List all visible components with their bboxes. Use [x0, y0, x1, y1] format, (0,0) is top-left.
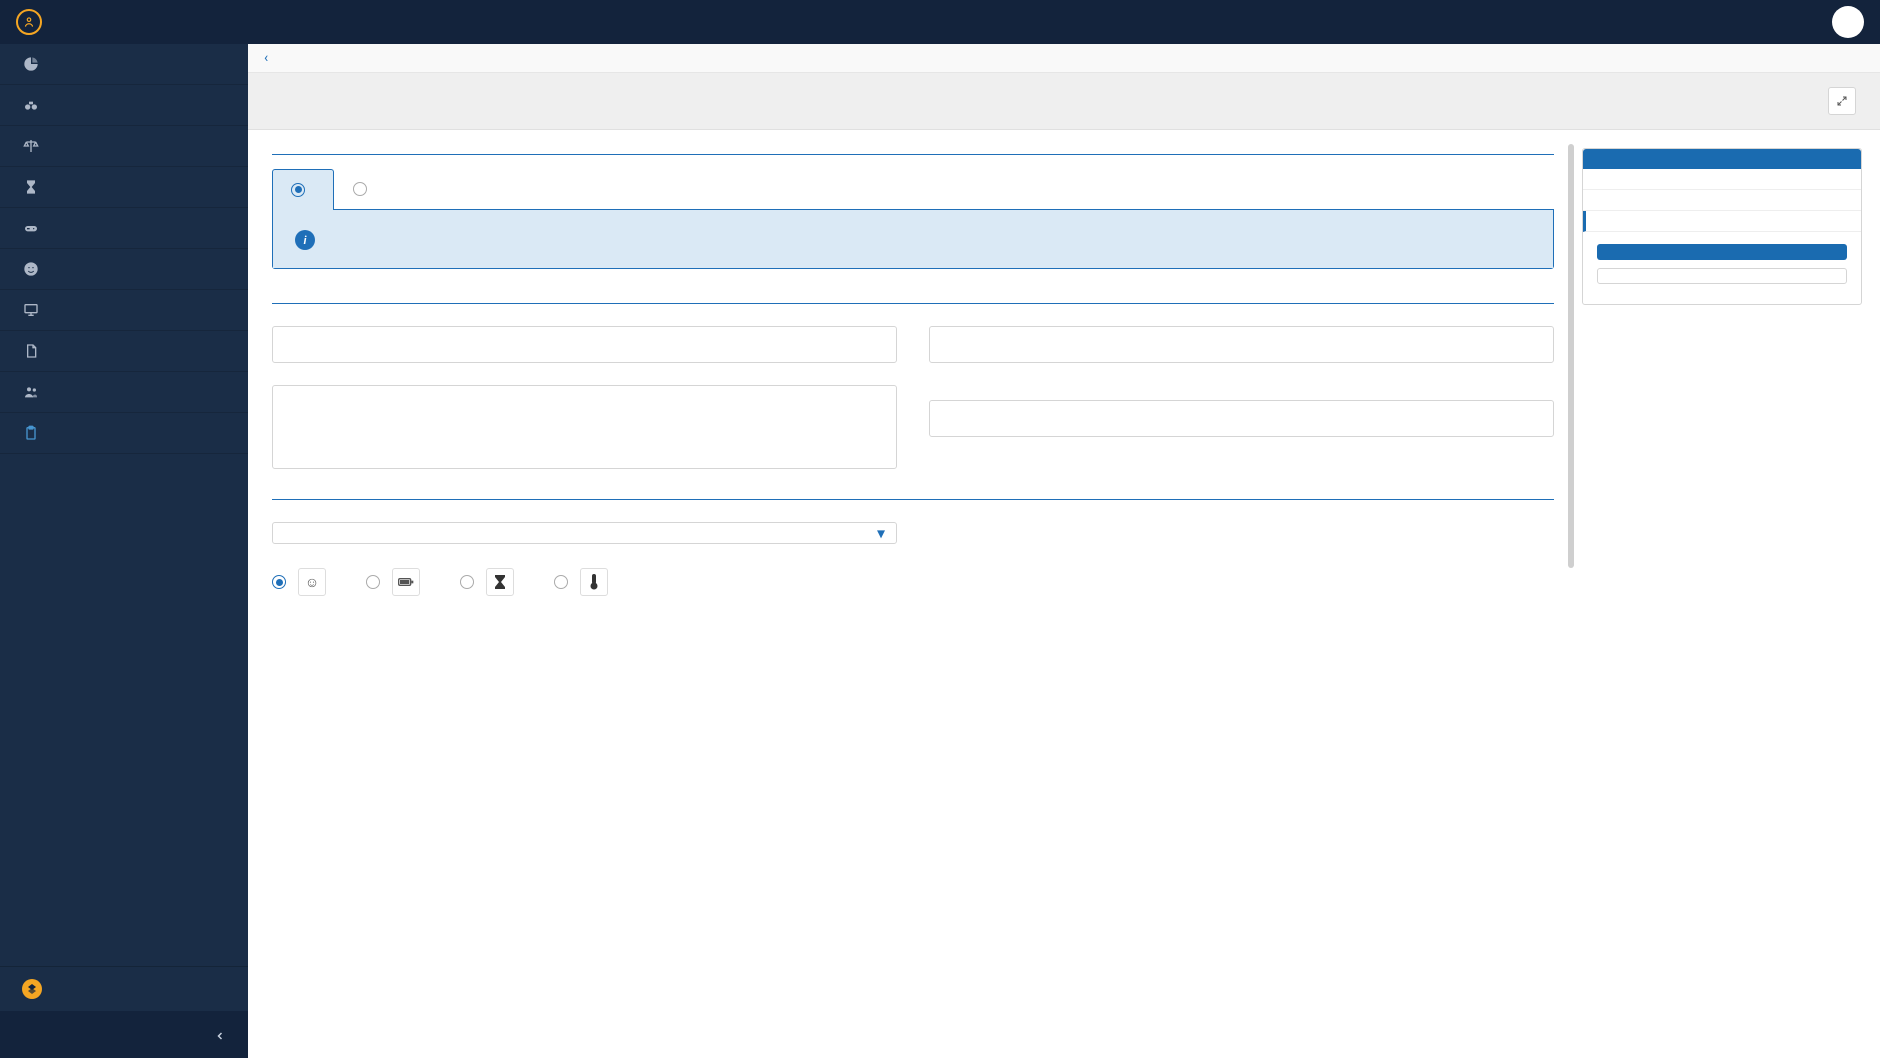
breadcrumb[interactable]: [248, 44, 1880, 73]
radio-icon: [460, 575, 474, 589]
question-input[interactable]: [929, 326, 1554, 363]
info-icon: i: [295, 230, 315, 250]
smiley-icon: ☺: [298, 568, 326, 596]
section-title-survey-type: [272, 150, 1554, 155]
users-icon: [22, 383, 40, 401]
sidebar-item-stability[interactable]: [0, 126, 248, 167]
product-logo-icon: [16, 9, 42, 35]
radio-icon: [353, 182, 367, 196]
sidebar-item-responsiveness[interactable]: [0, 167, 248, 208]
document-icon: [22, 342, 40, 360]
smiley-icon: [22, 260, 40, 278]
sidebar-item-categories[interactable]: [0, 85, 248, 126]
scale-icon: [22, 137, 40, 155]
radio-icon: [554, 575, 568, 589]
icon-family-option-hourglass[interactable]: [460, 568, 514, 596]
cancel-button[interactable]: [1597, 268, 1847, 284]
pie-chart-icon: [22, 55, 40, 73]
thermometer-icon: [580, 568, 608, 596]
sidebar: [0, 44, 248, 1058]
avatar[interactable]: [1832, 6, 1864, 38]
template-select[interactable]: [272, 522, 897, 544]
description-input[interactable]: [272, 385, 897, 469]
tab-general-purpose[interactable]: [334, 169, 396, 209]
switch-app-button[interactable]: [0, 966, 248, 1011]
link-input[interactable]: [929, 400, 1554, 437]
expand-button[interactable]: [1828, 87, 1856, 115]
summary-title: [1583, 149, 1861, 169]
switch-app-icon: [22, 979, 42, 999]
sidebar-item-software[interactable]: [0, 331, 248, 372]
icon-family-option-thermometer[interactable]: [554, 568, 608, 596]
chevron-left-icon: [214, 1030, 226, 1042]
sidebar-item-performance[interactable]: [0, 208, 248, 249]
clipboard-icon: [22, 424, 40, 442]
sidebar-item-devices[interactable]: [0, 290, 248, 331]
link-label: [929, 377, 1554, 392]
sidebar-item-overview[interactable]: [0, 44, 248, 85]
radio-icon: [272, 575, 286, 589]
battery-icon: [392, 568, 420, 596]
sidebar-item-users[interactable]: [0, 372, 248, 413]
radio-icon: [291, 183, 305, 197]
gamepad-icon: [22, 219, 40, 237]
radio-icon: [366, 575, 380, 589]
section-title-responses: [272, 495, 1554, 500]
sidebar-collapse-button[interactable]: [0, 1011, 248, 1058]
section-title-details: [272, 299, 1554, 304]
hourglass-icon: [22, 178, 40, 196]
hourglass-icon: [486, 568, 514, 596]
expand-icon: [1836, 95, 1848, 107]
monitor-icon: [22, 301, 40, 319]
main-form: i: [248, 130, 1578, 1058]
save-button[interactable]: [1597, 244, 1847, 260]
survey-summary-card: [1582, 148, 1862, 305]
name-input[interactable]: [272, 326, 897, 363]
tab-user-sentiment[interactable]: [272, 169, 334, 209]
sidebar-item-sentiment[interactable]: [0, 249, 248, 290]
sidebar-item-surveys[interactable]: [0, 413, 248, 454]
scrollbar[interactable]: [1568, 144, 1574, 568]
topbar: [0, 0, 1880, 44]
binoculars-icon: [22, 96, 40, 114]
icon-family-option-battery[interactable]: [366, 568, 420, 596]
icon-family-option-smiley[interactable]: ☺: [272, 568, 326, 596]
survey-type-info-box: i: [273, 209, 1553, 268]
